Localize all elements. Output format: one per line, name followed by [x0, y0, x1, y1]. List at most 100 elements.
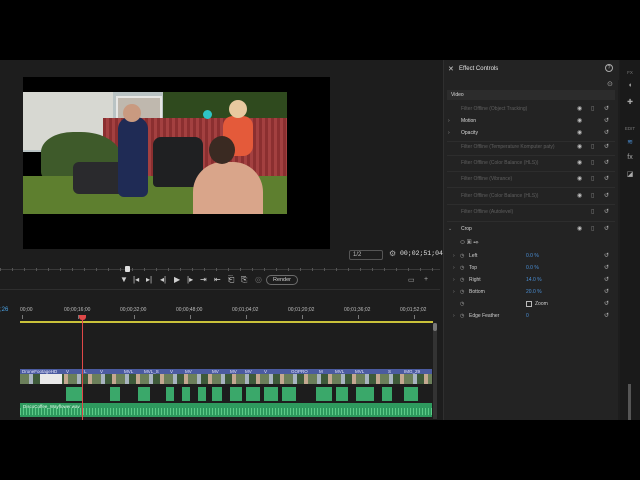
- chevron-right-icon[interactable]: ›: [453, 289, 455, 295]
- timecode-display[interactable]: 00;02;51;04: [400, 250, 443, 257]
- trash-icon[interactable]: ▯: [591, 175, 594, 182]
- eye-icon[interactable]: ◉: [577, 159, 582, 166]
- eye-icon[interactable]: ◉: [577, 105, 582, 112]
- audio-clip[interactable]: [382, 387, 392, 401]
- stopwatch-icon[interactable]: ◷: [460, 313, 464, 319]
- step-back-icon[interactable]: ◂|: [160, 275, 166, 285]
- chevron-right-icon[interactable]: ›: [448, 130, 450, 136]
- go-in-icon[interactable]: ⇤: [214, 275, 221, 285]
- audio-track-1[interactable]: [66, 387, 421, 401]
- chevron-right-icon[interactable]: ›: [448, 118, 450, 124]
- eye-icon[interactable]: ◉: [577, 175, 582, 182]
- panel-menu-icon[interactable]: ⊙: [607, 80, 613, 88]
- button-editor-icon[interactable]: +: [424, 276, 428, 283]
- panel-title[interactable]: Effect Controls: [459, 66, 498, 72]
- param-value[interactable]: 0.0 %: [526, 265, 539, 271]
- trash-icon[interactable]: ▯: [591, 105, 594, 112]
- audio-clip[interactable]: [198, 387, 206, 401]
- monitor-scrubber[interactable]: [0, 265, 440, 273]
- audio-clip[interactable]: [166, 387, 174, 401]
- ellipse-mask-icon[interactable]: ⬭: [460, 240, 465, 246]
- reset-icon[interactable]: ↺: [604, 264, 609, 271]
- timeline-scrollbar[interactable]: [433, 323, 437, 419]
- effect-row[interactable]: › Motion ◉ ↺: [444, 116, 619, 128]
- stopwatch-icon[interactable]: ◷: [460, 301, 464, 307]
- reset-icon[interactable]: ↺: [604, 175, 609, 182]
- reset-icon[interactable]: ↺: [604, 208, 609, 215]
- effect-row[interactable]: Filter Offline (Vibrance) ◉ ▯ ↺: [444, 174, 619, 186]
- zoom-checkbox[interactable]: [526, 301, 532, 307]
- audio-clip[interactable]: [212, 387, 222, 401]
- camera-icon[interactable]: ◎: [255, 275, 262, 285]
- reset-icon[interactable]: ↺: [604, 117, 609, 124]
- crop-param-right[interactable]: › ◷ Right 14.0 % ↺: [444, 275, 619, 287]
- audio-clip[interactable]: [336, 387, 348, 401]
- audio-clip[interactable]: [110, 387, 120, 401]
- audio-clip[interactable]: [264, 387, 278, 401]
- timeline-playhead[interactable]: [82, 316, 83, 420]
- resolution-select[interactable]: 1/2: [349, 250, 383, 260]
- eye-icon[interactable]: ◉: [577, 143, 582, 150]
- go-out-icon[interactable]: ⇥: [200, 275, 207, 285]
- trash-icon[interactable]: ▯: [591, 225, 594, 232]
- trash-icon[interactable]: ▯: [591, 208, 594, 215]
- reset-icon[interactable]: ↺: [604, 159, 609, 166]
- crop-param-bottom[interactable]: › ◷ Bottom 20.0 % ↺: [444, 287, 619, 299]
- eye-icon[interactable]: ◉: [577, 129, 582, 136]
- crop-param-top[interactable]: › ◷ Top 0.0 % ↺: [444, 263, 619, 275]
- audio-clip[interactable]: [356, 387, 374, 401]
- rectangle-mask-icon[interactable]: ▣: [467, 240, 472, 246]
- mark-in-icon[interactable]: |◂: [133, 275, 139, 285]
- eye-icon[interactable]: ◉: [577, 225, 582, 232]
- video-viewer[interactable]: [23, 77, 330, 249]
- add-marker-icon[interactable]: ▼: [120, 275, 128, 285]
- mark-out-icon[interactable]: ▸|: [146, 275, 152, 285]
- timeline-scroll-thumb[interactable]: [433, 323, 437, 331]
- close-icon[interactable]: ✕: [448, 65, 454, 73]
- reset-icon[interactable]: ↺: [604, 225, 609, 232]
- trash-icon[interactable]: ▯: [591, 192, 594, 199]
- reset-icon[interactable]: ↺: [604, 312, 609, 319]
- effect-controls-icon[interactable]: ≋: [620, 138, 640, 146]
- param-value[interactable]: 0.0 %: [526, 253, 539, 259]
- crop-param-edge-feather[interactable]: › ◷ Edge Feather 0 ↺: [444, 311, 619, 323]
- play-icon[interactable]: ▶: [174, 275, 180, 285]
- overwrite-icon[interactable]: ⎘: [241, 275, 247, 285]
- effect-row[interactable]: Filter Offline (Temperature Komputer pat…: [444, 142, 619, 154]
- stopwatch-icon[interactable]: ◷: [460, 289, 464, 295]
- speaker-icon[interactable]: ◖: [620, 82, 640, 89]
- audio-clip[interactable]: [404, 387, 418, 401]
- reset-icon[interactable]: ↺: [604, 288, 609, 295]
- audio-clip[interactable]: [66, 387, 82, 401]
- help-icon[interactable]: ?: [605, 64, 613, 72]
- effect-row[interactable]: ⌄ Crop ◉ ▯ ↺: [444, 224, 619, 236]
- wrench-icon[interactable]: ⚙: [389, 249, 396, 258]
- reset-icon[interactable]: ↺: [604, 276, 609, 283]
- stopwatch-icon[interactable]: ◷: [460, 265, 464, 271]
- toolbar-scrollbar[interactable]: [628, 384, 631, 420]
- effect-row[interactable]: Filter Offline (Color Balance (HLS)) ◉ ▯…: [444, 158, 619, 170]
- param-value[interactable]: 0: [526, 313, 529, 319]
- trash-icon[interactable]: ▯: [591, 159, 594, 166]
- effect-row[interactable]: Filter Offline (Color Balance (HLS)) ◉ ▯…: [444, 191, 619, 203]
- effect-row[interactable]: › Opacity ◉ ↺: [444, 128, 619, 140]
- audio-clip[interactable]: [246, 387, 260, 401]
- color-icon[interactable]: ◪: [620, 170, 640, 178]
- stopwatch-icon[interactable]: ◷: [460, 277, 464, 283]
- settings-icon[interactable]: ▭: [408, 276, 415, 284]
- audio-clip[interactable]: [282, 387, 296, 401]
- crop-param-left[interactable]: › ◷ Left 0.0 % ↺: [444, 251, 619, 263]
- effect-row[interactable]: Filter Offline (Autolevel) ▯ ↺: [444, 207, 619, 219]
- reset-icon[interactable]: ↺: [604, 129, 609, 136]
- fx-icon[interactable]: fx: [620, 154, 640, 161]
- param-value[interactable]: 14.0 %: [526, 277, 542, 283]
- timeline-timecode[interactable]: ;26: [0, 307, 8, 313]
- trash-icon[interactable]: ▯: [591, 143, 594, 150]
- chevron-right-icon[interactable]: ›: [453, 313, 455, 319]
- audio-clip[interactable]: [182, 387, 190, 401]
- tools-icon[interactable]: ✚: [620, 98, 640, 106]
- insert-icon[interactable]: ⎗: [228, 275, 234, 285]
- reset-icon[interactable]: ↺: [604, 105, 609, 112]
- audio-clip[interactable]: [230, 387, 242, 401]
- chevron-right-icon[interactable]: ›: [453, 277, 455, 283]
